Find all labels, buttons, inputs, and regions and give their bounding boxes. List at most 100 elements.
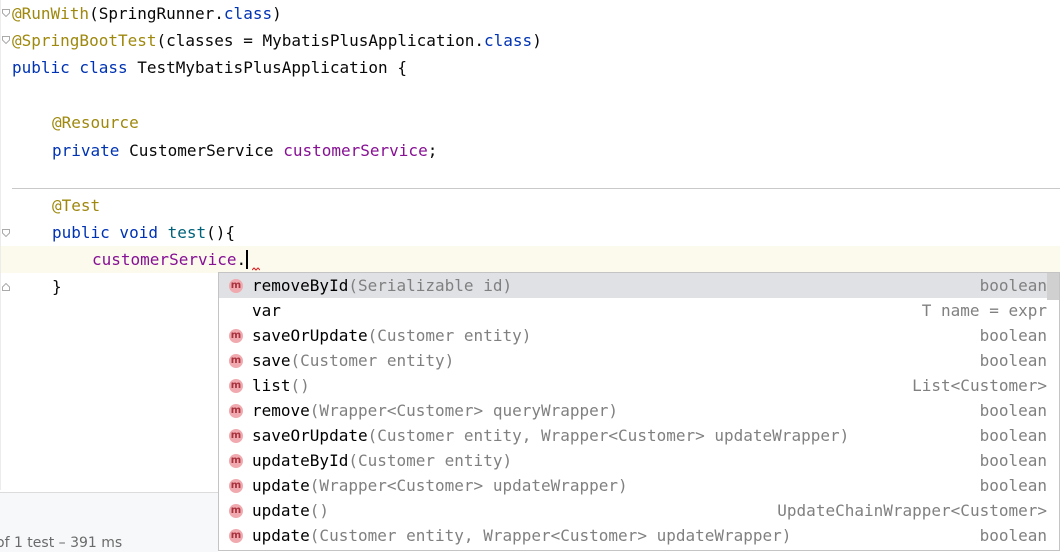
- completion-item-name: updateById(Customer entity): [252, 448, 512, 473]
- completion-item[interactable]: m remove(Wrapper<Customer> queryWrapper) b…: [219, 398, 1059, 423]
- completion-item[interactable]: m saveOrUpdate(Customer entity) boolean: [219, 323, 1059, 348]
- return-type: T name = expr: [921, 301, 1047, 320]
- code-line-9: public void test(){: [52, 219, 235, 246]
- method-icon: m: [229, 429, 243, 443]
- method-icon: m: [229, 479, 243, 493]
- fold-icon[interactable]: [2, 283, 10, 291]
- annotation: @Test: [52, 196, 101, 215]
- code-text: .: [236, 250, 247, 269]
- completion-item[interactable]: m removeById(Serializable id) boolean: [219, 273, 1059, 298]
- completion-item[interactable]: m update() UpdateChainWrapper<Customer>: [219, 498, 1059, 523]
- return-type: boolean: [979, 401, 1047, 420]
- keyword: private: [52, 141, 120, 160]
- keyword: public void: [52, 223, 158, 242]
- method-params: (Customer entity): [290, 351, 455, 370]
- completion-item-name: update(Customer entity, Wrapper<Customer…: [252, 523, 791, 548]
- method-params: (Serializable id): [348, 276, 513, 295]
- method-params: (): [309, 501, 330, 520]
- return-type: boolean: [979, 526, 1047, 545]
- return-type: UpdateChainWrapper<Customer>: [777, 501, 1047, 520]
- completion-item-name: update(Wrapper<Customer> updateWrapper): [252, 473, 628, 498]
- keyword: class: [484, 31, 533, 50]
- method-name: updateById: [252, 451, 349, 470]
- code-text: (classes = MybatisPlusApplication.: [156, 31, 485, 50]
- text-caret: [246, 250, 249, 269]
- completion-item[interactable]: var T name = expr: [219, 298, 1059, 323]
- method-icon: m: [229, 504, 243, 518]
- method-name: remove: [252, 401, 310, 420]
- completion-item[interactable]: m updateById(Customer entity) boolean: [219, 448, 1059, 473]
- field-name: customerService: [92, 250, 237, 269]
- completion-item[interactable]: m saveOrUpdate(Customer entity, Wrapper<C…: [219, 423, 1059, 448]
- return-type: boolean: [979, 351, 1047, 370]
- completion-item[interactable]: m update(Customer entity, Wrapper<Custome…: [219, 523, 1059, 548]
- completion-item-name: update(): [252, 498, 329, 523]
- code-line-5: @Resource: [52, 109, 139, 136]
- completion-item-name: saveOrUpdate(Customer entity, Wrapper<Cu…: [252, 423, 849, 448]
- error-squiggle: [252, 267, 260, 271]
- keyword: class: [223, 4, 273, 23]
- return-type: boolean: [979, 451, 1047, 470]
- method-name: saveOrUpdate: [252, 426, 368, 445]
- code-line-3: public class TestMybatisPlusApplication …: [12, 54, 407, 81]
- fold-icon[interactable]: [2, 9, 10, 17]
- completion-item-name: list(): [252, 373, 310, 398]
- method-params: (Customer entity): [348, 451, 513, 470]
- completion-item-name: removeById(Serializable id): [252, 273, 512, 298]
- code-line-1: @RunWith(SpringRunner.class): [12, 0, 282, 27]
- type-name: CustomerService: [119, 141, 284, 160]
- method-params: (Wrapper<Customer> queryWrapper): [309, 401, 619, 420]
- method-params: (Customer entity, Wrapper<Customer> upda…: [309, 526, 792, 545]
- field-name: customerService: [283, 141, 428, 160]
- completion-item-name: saveOrUpdate(Customer entity): [252, 323, 531, 348]
- class-name: TestMybatisPlusApplication {: [127, 58, 407, 77]
- method-name: list: [252, 376, 291, 395]
- method-params: (Wrapper<Customer> updateWrapper): [309, 476, 628, 495]
- method-name: removeById: [252, 276, 349, 295]
- code-line-8: @Test: [52, 192, 100, 219]
- annotation: @SpringBootTest: [12, 31, 157, 50]
- method-name: var: [252, 301, 281, 320]
- return-type: boolean: [979, 326, 1047, 345]
- code-line-2: @SpringBootTest(classes = MybatisPlusApp…: [12, 27, 542, 54]
- fold-icon[interactable]: [2, 36, 10, 44]
- method-icon: m: [229, 454, 243, 468]
- code-text: ): [272, 4, 282, 23]
- code-text: ;: [427, 141, 438, 160]
- annotation: @RunWith: [12, 4, 90, 23]
- method-name: update: [252, 501, 310, 520]
- completion-item[interactable]: m save(Customer entity) boolean: [219, 348, 1059, 373]
- test-status-text: of 1 test – 391 ms: [0, 535, 123, 551]
- method-icon: m: [229, 379, 243, 393]
- completion-item-name: remove(Wrapper<Customer> queryWrapper): [252, 398, 618, 423]
- method-name: saveOrUpdate: [252, 326, 368, 345]
- keyword: public class: [12, 58, 128, 77]
- popup-scrollbar[interactable]: [1047, 273, 1059, 300]
- completion-item[interactable]: m update(Wrapper<Customer> updateWrapper)…: [219, 473, 1059, 498]
- method-name: save: [252, 351, 291, 370]
- code-text: (SpringRunner.: [89, 4, 224, 23]
- code-line-6: private CustomerService customerService;: [52, 137, 437, 164]
- method-icon: m: [229, 529, 243, 543]
- return-type: boolean: [979, 476, 1047, 495]
- gutter: [0, 0, 1, 490]
- return-type: boolean: [979, 276, 1047, 295]
- code-text: (){: [206, 223, 236, 242]
- completion-item[interactable]: m list() List<Customer>: [219, 373, 1059, 398]
- method-name: update: [252, 476, 310, 495]
- return-type: boolean: [979, 426, 1047, 445]
- code-text: ): [532, 31, 542, 50]
- method-icon: m: [229, 354, 243, 368]
- method-params: (): [290, 376, 310, 395]
- method-icon: m: [229, 329, 243, 343]
- code-text: }: [52, 277, 62, 296]
- completion-item-name: save(Customer entity): [252, 348, 454, 373]
- method-name: test: [157, 223, 207, 242]
- method-name: update: [252, 526, 310, 545]
- method-params: (Customer entity): [367, 326, 532, 345]
- code-line-10[interactable]: customerService.: [92, 246, 249, 273]
- fold-icon[interactable]: [2, 229, 10, 237]
- method-icon: m: [229, 279, 243, 293]
- return-type: List<Customer>: [912, 376, 1047, 395]
- code-completion-popup[interactable]: m removeById(Serializable id) boolean var T …: [218, 272, 1060, 551]
